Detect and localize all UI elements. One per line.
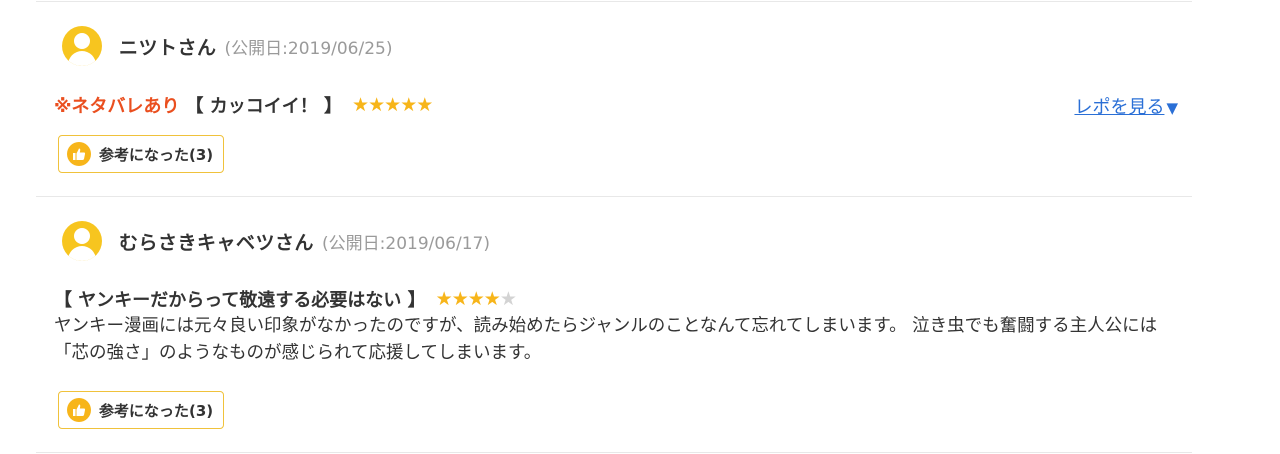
publish-date: (公開日:2019/06/25): [224, 38, 393, 59]
review-item-2: むらさきキャベツさん (公開日:2019/06/17) 【 ヤンキーだからって敬…: [36, 197, 1192, 453]
star-icon: ★: [400, 94, 417, 116]
star-icon: ★: [416, 94, 433, 116]
publish-date: (公開日:2019/06/17): [322, 233, 490, 254]
star-icon: ★: [352, 94, 369, 116]
star-icon: ★: [483, 288, 501, 310]
review-title-row: ※ネタバレあり 【 カッコイイ！ 】 ★ ★ ★ ★ ★: [54, 92, 433, 118]
review-title: 【 ヤンキーだからって敬遠する必要はない 】: [54, 290, 426, 311]
thumbs-up-icon: [67, 398, 91, 422]
review-item-1: ニツトさん (公開日:2019/06/25) ※ネタバレあり 【 カッコイイ！ …: [36, 0, 1192, 196]
reviewer-name[interactable]: むらさきキャベツさん: [119, 228, 314, 255]
review-body: ヤンキー漫画には元々良い印象がなかったのですが、読み始めたらジャンルのことなんて…: [54, 316, 1158, 363]
helpful-label[interactable]: 参考になった(3): [99, 400, 213, 421]
star-rating: ★ ★ ★ ★ ★: [435, 288, 517, 310]
star-empty-icon: ★: [499, 288, 517, 310]
reviewer-name[interactable]: ニツトさん: [119, 33, 217, 60]
helpful-label[interactable]: 参考になった(3): [99, 144, 213, 165]
thumbs-up-icon: [67, 142, 91, 166]
bottom-divider: [36, 452, 1192, 453]
star-icon: ★: [451, 288, 469, 310]
star-icon: ★: [467, 288, 485, 310]
helpful-button[interactable]: 参考になった(3): [58, 391, 225, 429]
review-header: むらさきキャベツさん (公開日:2019/06/17): [62, 221, 490, 261]
helpful-button[interactable]: 参考になった(3): [58, 135, 225, 173]
review-title-row: 【 ヤンキーだからって敬遠する必要はない 】 ★ ★ ★ ★ ★: [54, 286, 517, 312]
review-header: ニツトさん (公開日:2019/06/25): [62, 26, 393, 66]
triangle-down-icon: ▼: [1166, 99, 1178, 117]
view-report-link[interactable]: レポを見る ▼: [1074, 93, 1178, 119]
review-title: 【 カッコイイ！ 】: [185, 96, 343, 117]
user-avatar-icon: [62, 26, 102, 66]
view-report-label[interactable]: レポを見る: [1074, 97, 1164, 118]
star-icon: ★: [368, 94, 385, 116]
user-avatar-icon: [62, 221, 102, 261]
star-icon: ★: [435, 288, 453, 310]
star-rating: ★ ★ ★ ★ ★: [352, 94, 433, 116]
spoiler-label: ※ネタバレあり: [54, 96, 180, 117]
star-icon: ★: [384, 94, 401, 116]
